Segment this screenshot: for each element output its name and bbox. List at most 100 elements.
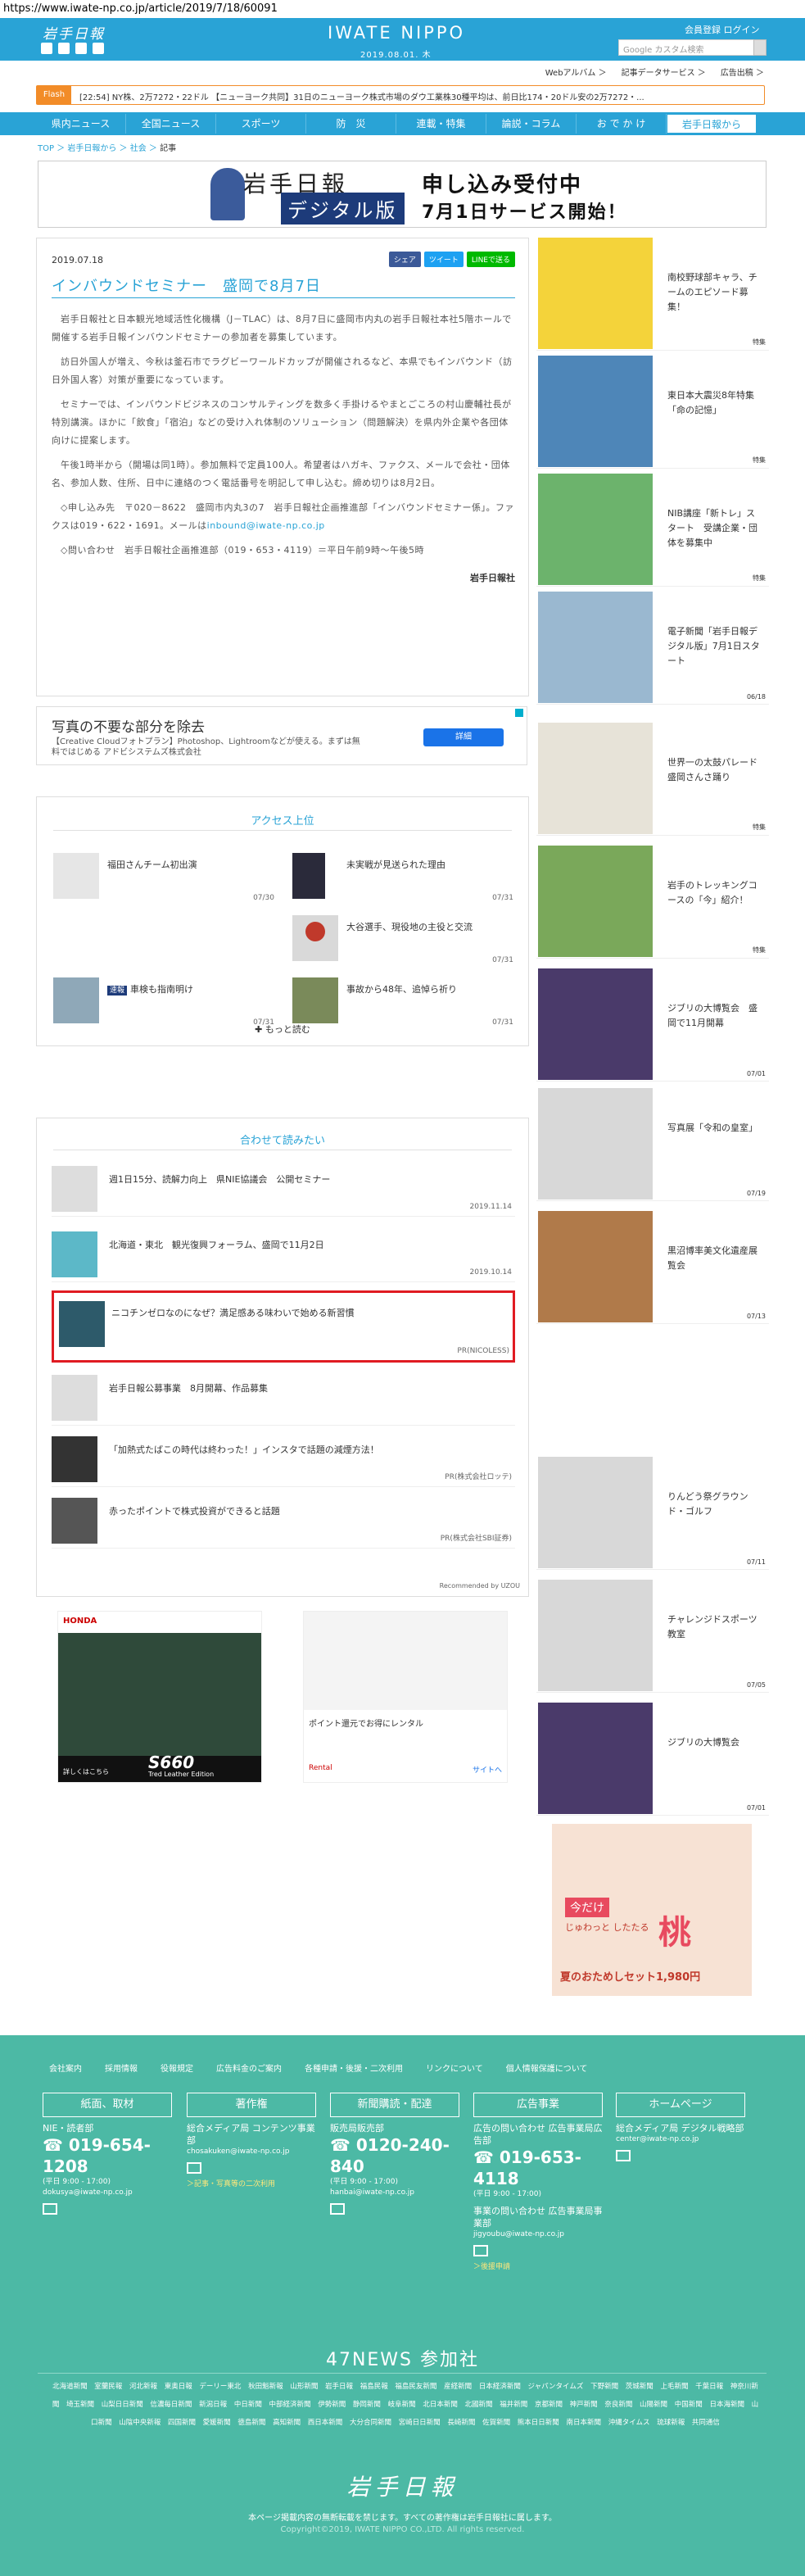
sidebar-item[interactable]: 東日本大震災8年特集「命の記憶」 特集 — [536, 354, 769, 469]
sidebar-item[interactable]: ジブリの大博覧会 07/01 — [536, 1701, 769, 1816]
nav-sports[interactable]: スポーツ — [216, 114, 306, 134]
subnav-article-data[interactable]: 記事データサービス ＞ — [622, 66, 706, 78]
honda-more[interactable]: 詳しくはこちら — [63, 1767, 109, 1776]
footer-sub-link[interactable]: ＞後援申請 — [473, 2261, 603, 2273]
related-item-title[interactable]: 北海道・東北 観光復興フォーラム、盛岡で11月2日 — [109, 1238, 324, 1251]
phone-number[interactable]: ☎ 019-654-1208 — [43, 2134, 172, 2177]
sidebar-item-title[interactable]: 東日本大震災8年特集「命の記憶」 — [667, 388, 762, 418]
footer-link[interactable]: リンクについて — [426, 2061, 483, 2074]
sidebar-item[interactable]: 世界一の太鼓パレード 盛岡さんさ踊り 特集 — [536, 721, 769, 836]
email-link[interactable]: inbound@iwate-np.co.jp — [207, 520, 325, 531]
footer-link[interactable]: 各種申請・後援・二次利用 — [305, 2061, 403, 2074]
mail-icon[interactable] — [330, 2203, 345, 2215]
mail-icon[interactable] — [473, 2245, 488, 2256]
honda-ad[interactable]: HONDA S660 Tred Leather Edition 詳しくはこちら — [57, 1611, 262, 1783]
subnav-webalbum[interactable]: Webアルバム ＞ — [545, 66, 607, 78]
footer-link[interactable]: 会社案内 — [49, 2061, 82, 2074]
nav-outing[interactable]: お で か け — [577, 114, 667, 134]
facebook-icon[interactable] — [58, 43, 70, 54]
sidebar-item-title[interactable]: 電子新聞「岩手日報デジタル版」7月1日スタート — [667, 624, 762, 669]
footer-email[interactable]: chosakuken@iwate-np.co.jp — [187, 2147, 316, 2157]
adobe-ad[interactable]: 写真の不要な部分を除去 【Creative Cloudフォトプラン】Photos… — [36, 706, 527, 765]
sidebar-item[interactable]: 岩手のトレッキングコースの「今」紹介！ 特集 — [536, 844, 769, 959]
peach-ad[interactable]: 今だけ じゅわっと したたる 桃 夏のおためしセット1,980円 — [552, 1824, 752, 1996]
nav-from-iwate-nippo[interactable]: 岩手日報から — [667, 114, 757, 134]
related-item-highlighted[interactable]: ニコチンゼロなのになぜ？満足感ある味わいで始める新習慣 PR(NICOLESS) — [52, 1290, 515, 1363]
sidebar-item-title[interactable]: 岩手のトレッキングコースの「今」紹介！ — [667, 878, 762, 908]
mail-icon[interactable] — [616, 2150, 631, 2161]
sidebar-item-title[interactable]: ジブリの大博覧会 盛岡で11月開幕 — [667, 1001, 762, 1031]
rental-ad[interactable]: ポイント還元でお得にレンタル Rental サイトへ — [303, 1611, 508, 1783]
nav-national-news[interactable]: 全国ニュース — [126, 114, 216, 134]
rental-site-link[interactable]: サイトへ — [473, 1764, 502, 1775]
line-share-button[interactable]: LINEで送る — [466, 252, 515, 267]
sidebar-item-title[interactable]: 写真展「令和の皇室」 — [667, 1121, 762, 1136]
tweet-button[interactable]: ツイート — [423, 252, 464, 267]
sidebar-item-title[interactable]: 南校野球部キャラ、チームのエピソード募集！ — [667, 270, 762, 315]
member-links[interactable]: 会員登録 ログイン — [685, 23, 760, 36]
more-link[interactable]: ✚ もっと読む — [37, 1023, 528, 1036]
search-input[interactable]: Google カスタム検索 — [618, 39, 754, 56]
related-item[interactable]: 赤ったポイントで株式投資ができると話題 PR(株式会社SBI証券) — [52, 1491, 515, 1549]
nav-prefecture-news[interactable]: 県内ニュース — [36, 114, 126, 134]
footer-email[interactable]: center@iwate-np.co.jp — [616, 2134, 745, 2145]
ranking-item[interactable]: 事故から48年、追悼ら祈り 07/31 — [292, 977, 513, 1027]
facebook-share-button[interactable]: シェア — [388, 252, 421, 267]
footer-email[interactable]: dokusya@iwate-np.co.jp — [43, 2188, 172, 2198]
nav-column[interactable]: 論説・コラム — [486, 114, 577, 134]
ranking-item-title[interactable]: 大谷選手、現役地の主役と交流 — [346, 920, 473, 933]
mail-icon[interactable] — [43, 2203, 57, 2215]
sidebar-item-title[interactable]: 世界一の太鼓パレード 盛岡さんさ踊り — [667, 755, 767, 785]
related-item-title[interactable]: 岩手日報公募事業 8月開幕、作品募集 — [109, 1381, 268, 1395]
sidebar-item[interactable]: ジブリの大博覧会 盛岡で11月開幕 07/01 — [536, 967, 769, 1082]
related-item-title[interactable]: ニコチンゼロなのになぜ？満足感ある味わいで始める新習慣 — [111, 1306, 355, 1319]
site-logo[interactable]: 岩手日報 — [43, 22, 105, 43]
recommended-by[interactable]: Recommended by UZOU — [440, 1582, 520, 1590]
footer-email[interactable]: hanbai@iwate-np.co.jp — [330, 2188, 459, 2198]
related-item[interactable]: 「加熱式たばこの時代は終わった！」インスタで話題の減煙方法！ PR(株式会社ロッ… — [52, 1430, 515, 1487]
phone-number[interactable]: ☎ 019-653-4118 — [473, 2147, 603, 2189]
phone-number[interactable]: ☎ 0120-240-840 — [330, 2134, 459, 2177]
footer-email[interactable]: jigyoubu@iwate-np.co.jp — [473, 2229, 603, 2240]
sidebar-item-title[interactable]: 黒沼博率美文化遺産展覧会 — [667, 1244, 762, 1273]
mail-icon[interactable] — [187, 2162, 201, 2174]
ranking-item[interactable]: 福田さんチーム初出演 07/30 — [53, 853, 274, 902]
related-item-title[interactable]: 週1日15分、読解力向上 県NIE協議会 公開セミナー — [109, 1172, 330, 1186]
sidebar-item-title[interactable]: ジブリの大博覧会 — [667, 1735, 762, 1750]
sidebar-item-title[interactable]: りんどう祭グラウンド・ゴルフ — [667, 1490, 762, 1519]
nav-series[interactable]: 連載・特集 — [396, 114, 486, 134]
breadcrumb-top[interactable]: TOP — [38, 144, 54, 153]
footer-sub-link[interactable]: ＞記事・写真等の二次利用 — [187, 2179, 316, 2190]
footer-link[interactable]: 役報規定 — [161, 2061, 193, 2074]
twitter-icon[interactable] — [41, 43, 52, 54]
related-item-title[interactable]: 「加熱式たばこの時代は終わった！」インスタで話題の減煙方法！ — [109, 1443, 379, 1456]
breadcrumb-society[interactable]: 社会 — [130, 144, 147, 153]
sidebar-item[interactable]: 写真展「令和の皇室」 07/19 — [536, 1086, 769, 1201]
brand-logo[interactable]: IWATE NIPPO — [328, 23, 465, 43]
ad-detail-button[interactable]: 詳細 — [423, 728, 504, 746]
search-button[interactable] — [753, 39, 767, 56]
ranking-item-title[interactable]: 事故から48年、追悼ら祈り — [346, 982, 457, 995]
sidebar-item[interactable]: りんどう祭グラウンド・ゴルフ 07/11 — [536, 1455, 769, 1570]
footer-link[interactable]: 広告料金のご案内 — [216, 2061, 282, 2074]
sidebar-item[interactable]: 電子新聞「岩手日報デジタル版」7月1日スタート 06/18 — [536, 590, 769, 705]
sidebar-item[interactable]: チャレンジドスポーツ教室 07/05 — [536, 1578, 769, 1693]
related-item[interactable]: 北海道・東北 観光復興フォーラム、盛岡で11月2日 2019.10.14 — [52, 1225, 515, 1282]
breadcrumb-iwate[interactable]: 岩手日報から — [67, 144, 116, 153]
flash-news[interactable]: Flash [22:54] NY株、2万7272・22ドル 【ニューヨーク共同】… — [36, 85, 765, 105]
ranking-item[interactable]: 未実戦が見送られた理由 07/31 — [292, 853, 513, 902]
ranking-item[interactable]: 大谷選手、現役地の主役と交流 07/31 — [292, 915, 513, 964]
footer-link[interactable]: 個人情報保護について — [506, 2061, 588, 2074]
digital-banner[interactable]: 岩手日報 デジタル版 申し込み受付中 7月1日サービス開始！ — [38, 161, 767, 228]
flash-text[interactable]: [22:54] NY株、2万7272・22ドル 【ニューヨーク共同】31日のニュ… — [79, 90, 751, 102]
ranking-item[interactable]: 速報 車検も指南明け 07/31 — [53, 977, 274, 1027]
related-item[interactable]: 週1日15分、読解力向上 県NIE協議会 公開セミナー 2019.11.14 — [52, 1159, 515, 1217]
ranking-item-title[interactable]: 福田さんチーム初出演 — [107, 858, 197, 871]
adchoices-icon[interactable] — [515, 709, 523, 717]
related-item[interactable]: 岩手日報公募事業 8月開幕、作品募集 — [52, 1368, 515, 1426]
sidebar-item[interactable]: NIB講座「新トレ」スタート 受講企業・団体を募集中 特集 — [536, 472, 769, 587]
sidebar-item-title[interactable]: NIB講座「新トレ」スタート 受講企業・団体を募集中 — [667, 506, 762, 551]
sidebar-item-title[interactable]: チャレンジドスポーツ教室 — [667, 1612, 762, 1642]
related-item-title[interactable]: 赤ったポイントで株式投資ができると話題 — [109, 1504, 280, 1517]
subnav-ad[interactable]: 広告出稿 ＞ — [721, 66, 764, 78]
